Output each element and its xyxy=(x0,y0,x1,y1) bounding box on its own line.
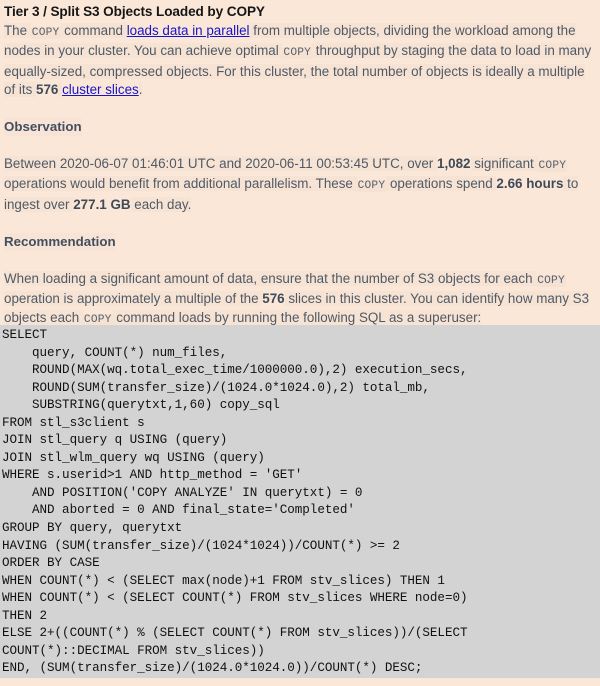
page-title: Tier 3 / Split S3 Objects Loaded by COPY xyxy=(4,4,265,19)
sql-line: WHEN COUNT(*) < (SELECT COUNT(*) FROM st… xyxy=(2,591,468,606)
inline-code-copy: COPY xyxy=(356,180,387,193)
sql-line: JOIN stl_wlm_query wq USING (query) xyxy=(2,450,265,465)
prose-region: Tier 3 / Split S3 Objects Loaded by COPY… xyxy=(0,0,600,329)
sql-line: COUNT(*)::DECIMAL FROM stv_slices)) xyxy=(2,643,265,658)
sql-line: ORDER BY CASE xyxy=(2,556,100,571)
recommendation-heading: Recommendation xyxy=(4,233,116,252)
intro-text-6: . xyxy=(138,81,143,97)
intro-text-2: command xyxy=(60,23,127,38)
cluster-slice-count: 576 xyxy=(36,81,59,97)
sql-line: query, COUNT(*) num_files, xyxy=(2,345,228,360)
sql-line: SELECT xyxy=(2,328,48,342)
sql-line: JOIN stl_query q USING (query) xyxy=(2,433,228,448)
observation-heading: Observation xyxy=(4,118,82,137)
sql-line: THEN 2 xyxy=(2,608,48,623)
ingest-volume: 277.1 GB xyxy=(73,196,131,212)
advisor-recommendation-page: Tier 3 / Split S3 Objects Loaded by COPY… xyxy=(0,0,600,686)
sql-line: FROM stl_s3client s xyxy=(2,415,145,430)
sql-line: ROUND(MAX(wq.total_exec_time/1000000.0),… xyxy=(2,363,468,378)
observation-text-3: operations would benefit from additional… xyxy=(4,176,357,192)
sql-line: AND aborted = 0 AND final_state='Complet… xyxy=(2,503,355,518)
sql-line: GROUP BY query, querytxt xyxy=(2,521,183,536)
sql-line: HAVING (SUM(transfer_size)/(1024*1024))/… xyxy=(2,538,400,553)
cluster-slice-count: 576 xyxy=(262,291,285,307)
sql-line: AND POSITION('COPY ANALYZE' IN querytxt)… xyxy=(2,485,363,500)
observation-text-4: operations spend xyxy=(386,176,497,192)
intro-text-1: The xyxy=(4,23,31,38)
intro-paragraph: The COPY command loads data in parallel … xyxy=(4,22,592,99)
observation-paragraph: Between 2020-06-07 01:46:01 UTC and 2020… xyxy=(4,155,592,214)
sql-line: WHEN COUNT(*) < (SELECT max(node)+1 FROM… xyxy=(2,573,445,588)
loads-data-in-parallel-link[interactable]: loads data in parallel xyxy=(127,23,250,38)
inline-code-copy: COPY xyxy=(282,47,313,60)
sql-line: WHERE s.userid>1 AND http_method = 'GET' xyxy=(2,468,303,483)
recommendation-text-2: operation is approximately a multiple of… xyxy=(4,291,263,307)
sql-line: END, (SUM(transfer_size)/(1024.0*1024.0)… xyxy=(2,661,423,676)
sql-line: ROUND(SUM(transfer_size)/(1024.0*1024.0)… xyxy=(2,380,430,395)
inline-code-copy: COPY xyxy=(30,27,61,39)
recommendation-text-4: command loads by running the following S… xyxy=(112,309,482,325)
inline-code-copy: COPY xyxy=(82,313,113,326)
sql-line: SUBSTRING(querytxt,1,60) copy_sql xyxy=(2,398,280,413)
recommendation-heading-row: Recommendation xyxy=(4,233,592,252)
sql-line: ELSE 2+((COUNT(*) % (SELECT COUNT(*) FRO… xyxy=(2,626,468,641)
observation-text-6: each day. xyxy=(130,196,192,212)
inline-code-copy: COPY xyxy=(537,160,568,173)
recommendation-text-1: When loading a significant amount of dat… xyxy=(4,271,537,287)
ingest-duration: 2.66 hours xyxy=(496,176,564,192)
observation-heading-row: Observation xyxy=(4,118,592,137)
sql-code-block[interactable]: SELECT query, COUNT(*) num_files, ROUND(… xyxy=(0,325,600,678)
copy-operation-count: 1,082 xyxy=(437,156,471,172)
observation-text-2: significant xyxy=(470,156,538,172)
inline-code-copy: COPY xyxy=(536,275,566,288)
recommendation-paragraph: When loading a significant amount of dat… xyxy=(4,270,592,329)
cluster-slices-link[interactable]: cluster slices xyxy=(62,82,139,97)
observation-text-1: Between 2020-06-07 01:46:01 UTC and 2020… xyxy=(4,156,437,172)
